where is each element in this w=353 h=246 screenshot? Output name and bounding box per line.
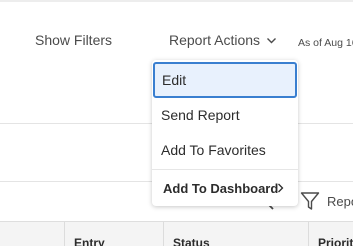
menu-item-label: Add To Favorites <box>161 142 266 158</box>
menu-item-label: Edit <box>162 72 187 88</box>
as-of-timestamp: As of Aug 16 <box>298 37 353 49</box>
menu-item-send-report[interactable]: Send Report <box>152 97 298 133</box>
column-header-priority[interactable]: Priorit <box>318 236 353 246</box>
column-header-status[interactable]: Status <box>173 236 210 246</box>
report-page: Show Filters Report Actions As of Aug 16… <box>0 0 353 246</box>
report-filter-label[interactable]: Repo <box>327 194 353 209</box>
table-header: Entry Status Priorit <box>0 222 353 246</box>
menu-item-add-to-dashboard[interactable]: Add To Dashboard <box>152 170 298 206</box>
menu-item-add-to-favorites[interactable]: Add To Favorites <box>152 132 298 168</box>
menu-item-label: Send Report <box>161 107 240 123</box>
report-actions-menu: Edit Send Report Add To Favorites Add To… <box>152 60 298 206</box>
menu-item-label: Add To Dashboard <box>163 180 279 196</box>
filter-icon[interactable] <box>300 191 320 211</box>
column-divider <box>163 222 164 246</box>
menu-item-edit[interactable]: Edit <box>153 62 297 98</box>
column-header-entry[interactable]: Entry <box>74 236 105 246</box>
report-actions-label: Report Actions <box>169 32 261 48</box>
show-filters-button[interactable]: Show Filters <box>35 32 112 48</box>
column-divider <box>64 222 65 246</box>
column-divider <box>308 222 309 246</box>
chevron-down-icon <box>267 37 277 43</box>
chevron-right-icon <box>278 183 284 193</box>
report-actions-button[interactable]: Report Actions <box>169 32 277 48</box>
